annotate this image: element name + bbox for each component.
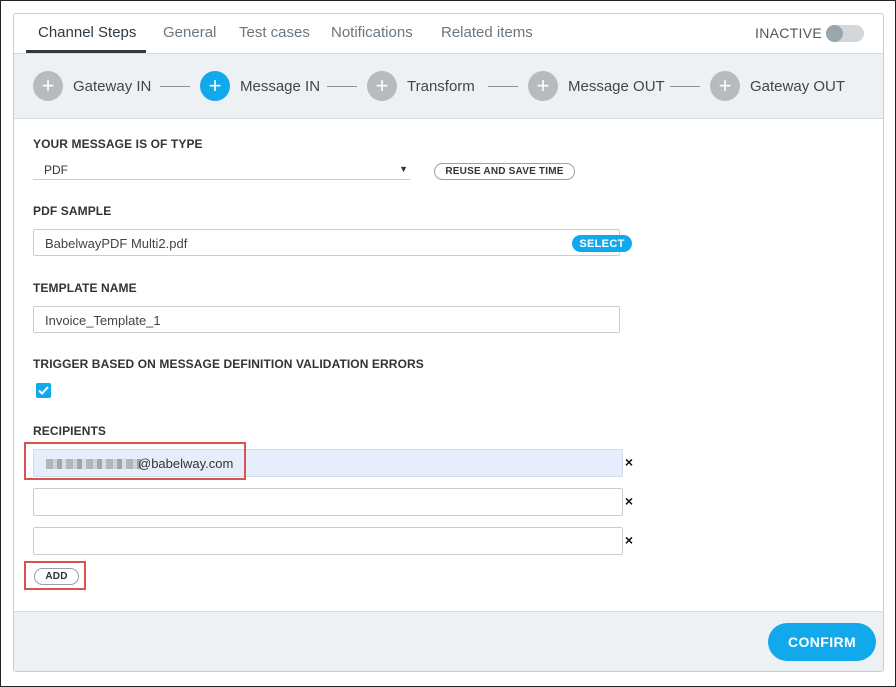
recipients-label: RECIPIENTS [33,424,107,438]
plus-icon: + [710,71,740,101]
trigger-label: TRIGGER BASED ON MESSAGE DEFINITION VALI… [33,357,424,371]
step-connector [488,86,518,87]
step-label: Gateway IN [73,77,152,95]
step-gateway-in[interactable]: + Gateway IN [33,71,151,101]
pdf-sample-label: PDF SAMPLE [33,204,112,218]
channel-steps-bar: + Gateway IN + Message IN + Transform + … [14,54,883,119]
step-connector [327,86,357,87]
template-name-value: Invoice_Template_1 [45,313,161,328]
template-name-label: TEMPLATE NAME [33,281,137,295]
dropdown-arrow-icon: ▼ [399,164,408,174]
message-type-select[interactable]: PDF ▼ [33,162,410,180]
step-label: Gateway OUT [750,77,846,95]
plus-icon: + [528,71,558,101]
message-type-label: YOUR MESSAGE IS OF TYPE [33,137,203,151]
recipient-input[interactable]: @babelway.com [33,449,623,477]
add-recipient-button[interactable]: ADD [34,568,79,585]
template-name-field[interactable]: Invoice_Template_1 [33,306,620,333]
step-label: Transform [407,77,475,95]
screenshot-frame: Channel Steps General Test cases Notific… [0,0,896,687]
message-type-value: PDF [44,163,68,177]
step-message-out[interactable]: + Message OUT [528,71,665,101]
step-message-in[interactable]: + Message IN [200,71,320,101]
plus-icon: + [200,71,230,101]
select-file-button[interactable]: SELECT [572,235,632,252]
status-label: INACTIVE [755,25,822,41]
active-tab-indicator [26,50,146,53]
remove-recipient-icon[interactable]: × [623,532,635,548]
recipient-value: @babelway.com [138,456,234,471]
step-connector [670,86,700,87]
footer-bar: CONFIRM [14,611,883,671]
recipient-input[interactable] [33,488,623,516]
toggle-knob [826,25,843,42]
step-connector [160,86,190,87]
plus-icon: + [33,71,63,101]
checkmark-icon [38,386,49,395]
channel-editor-panel: Channel Steps General Test cases Notific… [13,13,884,672]
plus-icon: + [367,71,397,101]
step-label: Message OUT [568,77,665,95]
remove-recipient-icon[interactable]: × [623,454,635,470]
step-transform[interactable]: + Transform [367,71,475,101]
pdf-sample-field[interactable]: BabelwayPDF Multi2.pdf SELECT [33,229,632,256]
tab-test-cases[interactable]: Test cases [239,24,310,41]
tab-general[interactable]: General [163,24,216,41]
redacted-text [46,459,141,469]
confirm-button[interactable]: CONFIRM [768,623,876,661]
remove-recipient-icon[interactable]: × [623,493,635,509]
reuse-and-save-time-button[interactable]: REUSE AND SAVE TIME [434,163,575,180]
step-label: Message IN [240,77,321,95]
tab-bar: Channel Steps General Test cases Notific… [14,14,883,54]
trigger-checkbox[interactable] [36,383,51,398]
step-gateway-out[interactable]: + Gateway OUT [710,71,845,101]
tab-related-items[interactable]: Related items [441,24,533,41]
recipient-input[interactable] [33,527,623,555]
active-toggle[interactable] [826,25,864,42]
tab-channel-steps[interactable]: Channel Steps [38,24,136,41]
tab-notifications[interactable]: Notifications [331,24,413,41]
pdf-sample-value: BabelwayPDF Multi2.pdf [45,236,188,251]
